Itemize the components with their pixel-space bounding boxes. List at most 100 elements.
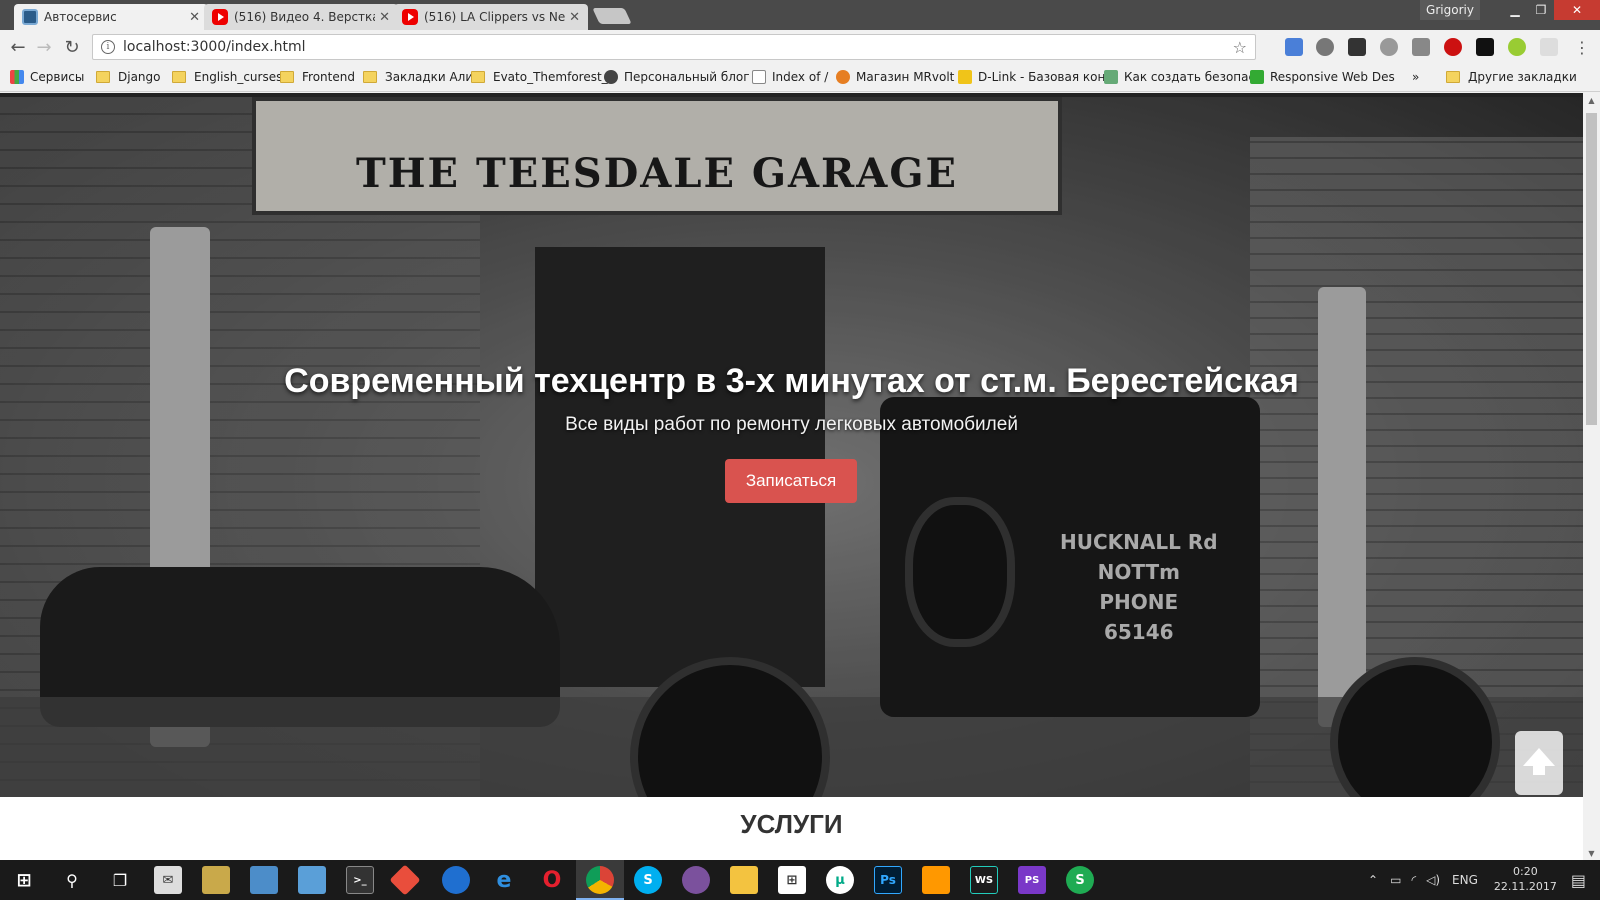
skype-icon[interactable]: S: [634, 866, 662, 894]
page-scrollbar[interactable]: ▲ ▼: [1583, 93, 1600, 860]
bolt-icon: [836, 70, 850, 84]
youtube-favicon-icon: [212, 9, 228, 25]
bookmarks-overflow-button[interactable]: »: [1412, 70, 1419, 84]
search-icon[interactable]: ⚲: [58, 866, 86, 894]
translate-extension-icon[interactable]: [1285, 38, 1303, 56]
wifi-icon[interactable]: ◜: [1411, 873, 1416, 887]
bookmark-other[interactable]: Другие закладки: [1446, 70, 1577, 84]
bookmark-label: Index of /: [772, 70, 829, 84]
language-indicator[interactable]: ENG: [1452, 873, 1478, 887]
tab-title: (516) Видео 4. Верстка с: [234, 10, 376, 24]
dlink-icon: [958, 70, 972, 84]
bookmark-label: D-Link - Базовая кон: [978, 70, 1106, 84]
bookmark-personal-blog[interactable]: Персональный блог: [604, 70, 750, 84]
arrow-up-stem: [1533, 761, 1545, 775]
tab-close-icon[interactable]: ✕: [379, 10, 390, 25]
explorer-app-icon[interactable]: [202, 866, 230, 894]
desktop-app-icon[interactable]: [250, 866, 278, 894]
tab-youtube-video[interactable]: (516) Видео 4. Верстка с ✕: [204, 4, 398, 30]
bookmark-apps[interactable]: Сервисы: [10, 70, 84, 84]
battery-icon[interactable]: ▭: [1390, 873, 1401, 887]
shazam-icon[interactable]: S: [1066, 866, 1094, 894]
recycle-extension-icon[interactable]: [1412, 38, 1430, 56]
arrow-extension-icon[interactable]: [1540, 38, 1558, 56]
mail-icon[interactable]: ✉: [154, 866, 182, 894]
bookmark-mrvolt[interactable]: Магазин MRvolt: [836, 70, 954, 84]
phpstorm-icon[interactable]: PS: [1018, 866, 1046, 894]
bookmark-frontend[interactable]: Frontend: [280, 70, 355, 84]
hero-subtitle: Все виды работ по ремонту легковых автом…: [565, 414, 1018, 435]
site-icon: [1104, 70, 1118, 84]
windows-start-icon[interactable]: ⊞: [10, 866, 38, 894]
tab-autoservice[interactable]: Автосервис ✕: [14, 4, 208, 30]
restore-icon[interactable]: ❐: [1528, 0, 1554, 20]
sublime-text-icon[interactable]: [922, 866, 950, 894]
chrome-browser-icon[interactable]: [586, 866, 614, 894]
bookmark-label: Frontend: [302, 70, 355, 84]
reload-icon[interactable]: ↻: [62, 37, 82, 58]
url-text[interactable]: localhost:3000/index.html: [123, 39, 1233, 55]
green-extension-icon[interactable]: [1508, 38, 1526, 56]
bookmark-django[interactable]: Django: [96, 70, 161, 84]
terminal-icon[interactable]: >_: [346, 866, 374, 894]
forward-arrow-icon[interactable]: →: [34, 37, 54, 58]
viber-icon[interactable]: [682, 866, 710, 894]
clock[interactable]: 0:20 22.11.2017: [1494, 865, 1557, 895]
gear-extension-icon[interactable]: [1380, 38, 1398, 56]
folder-icon: [1446, 71, 1460, 83]
minimize-icon[interactable]: ▁: [1502, 0, 1528, 20]
browser-tabstrip: Автосервис ✕ (516) Видео 4. Верстка с ✕ …: [0, 0, 1600, 30]
clock-date: 22.11.2017: [1493, 880, 1557, 893]
edge-browser-icon[interactable]: e: [490, 866, 518, 894]
bookmark-star-icon[interactable]: ☆: [1233, 38, 1247, 57]
bookmarks-bar: Сервисы Django English_curses Frontend З…: [0, 64, 1600, 92]
opera-browser-icon[interactable]: O: [538, 866, 566, 894]
info-icon[interactable]: i: [101, 40, 115, 54]
fatkun-extension-icon[interactable]: [1476, 38, 1494, 56]
site-favicon-icon: [22, 9, 38, 25]
bookmark-ali[interactable]: Закладки Али: [363, 70, 473, 84]
bookmark-evato[interactable]: Evato_Themforest_: [471, 70, 608, 84]
settings-extension-icon[interactable]: [1316, 38, 1334, 56]
volume-icon[interactable]: ◁): [1426, 873, 1440, 887]
store-icon[interactable]: ⊞: [778, 866, 806, 894]
chevron-up-icon[interactable]: ⌃: [1368, 873, 1378, 887]
bookmark-index[interactable]: Index of /: [752, 70, 828, 84]
back-arrow-icon[interactable]: ←: [8, 37, 28, 58]
webstorm-icon[interactable]: WS: [970, 866, 998, 894]
scroll-to-top-button[interactable]: [1515, 731, 1563, 795]
bookmark-label: Сервисы: [30, 70, 85, 84]
menu-kebab-icon[interactable]: ⋮: [1572, 37, 1592, 57]
dark-extension-icon[interactable]: [1348, 38, 1366, 56]
new-tab-button[interactable]: [592, 8, 632, 24]
windows-taskbar: ⊞ ⚲ ❐ ✉ >_ e O S ⊞ µ Ps WS PS S ⌃ ▭ ◜ ◁)…: [0, 860, 1600, 900]
page-icon: [752, 70, 766, 84]
profile-name[interactable]: Grigoriy: [1420, 0, 1480, 20]
photoshop-icon[interactable]: Ps: [874, 866, 902, 894]
bookmark-label: Как создать безопас: [1124, 70, 1256, 84]
bookmark-english-curses[interactable]: English_curses: [172, 70, 282, 84]
services-heading: УСЛУГИ: [740, 809, 843, 839]
signup-button[interactable]: Записаться: [725, 459, 857, 503]
network-app-icon[interactable]: [298, 866, 326, 894]
utorrent-icon[interactable]: µ: [826, 866, 854, 894]
tab-close-icon[interactable]: ✕: [189, 10, 200, 25]
hero-overlay: [0, 97, 1583, 797]
tab-youtube-clippers[interactable]: (516) LA Clippers vs New ✕: [394, 4, 588, 30]
file-explorer-icon[interactable]: [730, 866, 758, 894]
scroll-down-icon[interactable]: ▼: [1583, 846, 1600, 860]
bookmark-responsive[interactable]: Responsive Web Des: [1250, 70, 1395, 84]
adblock-extension-icon[interactable]: [1444, 38, 1462, 56]
git-kraken-icon[interactable]: [389, 864, 421, 896]
close-window-icon[interactable]: ✕: [1554, 0, 1600, 20]
notifications-icon[interactable]: ▤: [1571, 871, 1586, 890]
address-bar[interactable]: i localhost:3000/index.html ☆: [92, 34, 1256, 60]
tor-icon[interactable]: [442, 866, 470, 894]
scroll-up-icon[interactable]: ▲: [1583, 93, 1600, 107]
bookmark-secure[interactable]: Как создать безопас: [1104, 70, 1255, 84]
task-view-icon[interactable]: ❐: [106, 866, 134, 894]
youtube-favicon-icon: [402, 9, 418, 25]
tab-close-icon[interactable]: ✕: [569, 10, 580, 25]
bookmark-dlink[interactable]: D-Link - Базовая кон: [958, 70, 1105, 84]
scrollbar-thumb[interactable]: [1586, 113, 1597, 425]
